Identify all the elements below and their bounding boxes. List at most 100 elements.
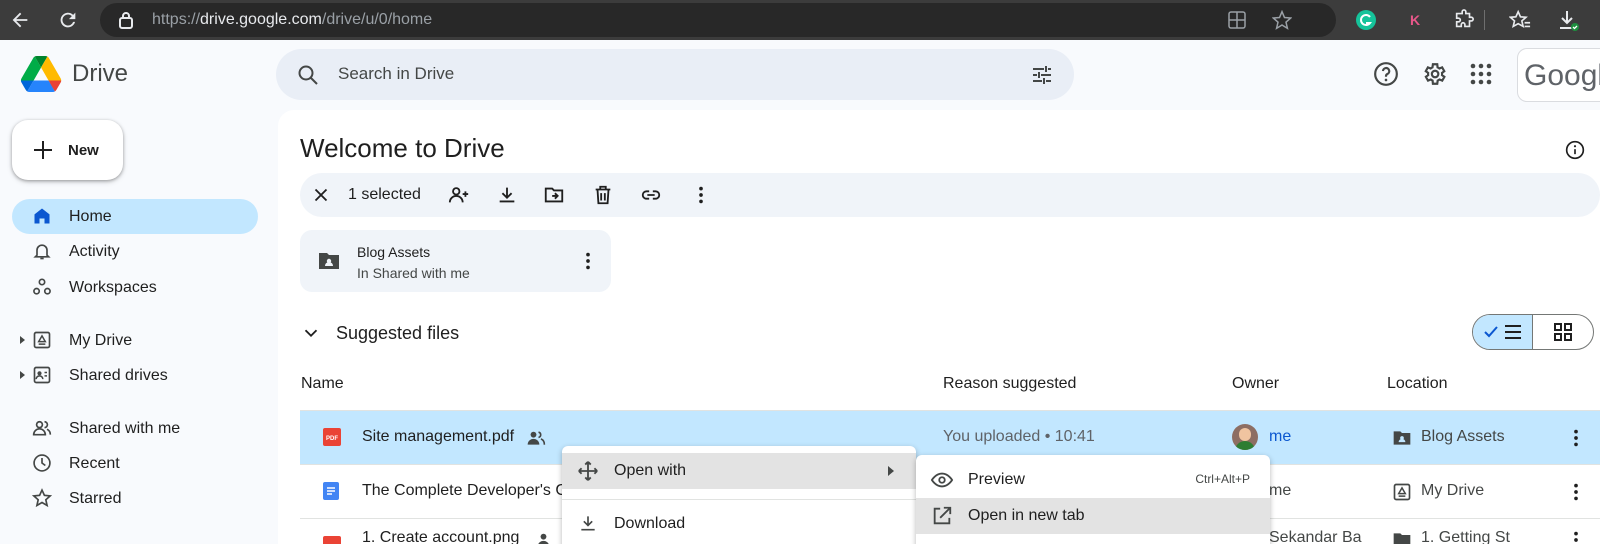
shared-people-icon bbox=[527, 431, 546, 445]
column-header-location: Location bbox=[1387, 375, 1448, 392]
owner-name: me bbox=[1269, 482, 1292, 499]
context-menu: Open with Download bbox=[562, 446, 916, 544]
star-icon bbox=[32, 488, 52, 508]
row-more-icon[interactable] bbox=[1565, 481, 1587, 503]
downloads-icon[interactable] bbox=[1556, 8, 1580, 32]
eye-icon bbox=[930, 472, 954, 488]
list-view-icon bbox=[1484, 325, 1521, 339]
address-bar[interactable]: https://drive.google.com/drive/u/0/home bbox=[100, 3, 1336, 37]
grammarly-extension-icon[interactable] bbox=[1354, 8, 1378, 32]
info-icon[interactable] bbox=[1565, 140, 1585, 160]
owner-name: me bbox=[1269, 428, 1292, 445]
move-to-folder-icon[interactable] bbox=[543, 184, 565, 206]
menu-item-open-with[interactable]: Open with bbox=[562, 453, 916, 489]
shared-people-icon bbox=[538, 533, 549, 544]
chevron-down-icon bbox=[304, 329, 318, 338]
search-input[interactable]: Search in Drive bbox=[338, 64, 454, 84]
extensions-puzzle-icon[interactable] bbox=[1452, 8, 1476, 32]
menu-item-preview[interactable]: Preview Ctrl+Alt+P bbox=[916, 462, 1270, 498]
url-text: https://drive.google.com/drive/u/0/home bbox=[152, 11, 433, 28]
sidebar-item-shared-drives[interactable]: Shared drives bbox=[12, 358, 258, 393]
reload-icon[interactable] bbox=[56, 8, 80, 32]
suggested-files-toggle[interactable]: Suggested files bbox=[300, 320, 459, 346]
file-name: 1. Create account.png bbox=[362, 529, 520, 544]
sidebar-item-starred[interactable]: Starred bbox=[12, 481, 258, 516]
sidebar-item-shared-with-me[interactable]: Shared with me bbox=[12, 411, 258, 446]
search-icon[interactable] bbox=[296, 63, 320, 87]
pdf-file-icon: PDF bbox=[323, 428, 341, 446]
new-button-label: New bbox=[68, 141, 99, 159]
folder-more-icon[interactable] bbox=[577, 250, 599, 272]
page-title: Welcome to Drive bbox=[300, 133, 505, 163]
move-arrows-icon bbox=[578, 461, 598, 481]
sidebar-item-label: Shared with me bbox=[69, 419, 181, 437]
file-location[interactable]: 1. Getting St bbox=[1421, 529, 1510, 544]
file-location[interactable]: Blog Assets bbox=[1421, 428, 1505, 446]
people-icon bbox=[32, 420, 52, 436]
reason-suggested: You uploaded • 10:41 bbox=[943, 428, 1095, 445]
column-header-reason: Reason suggested bbox=[943, 375, 1077, 392]
sidebar-item-workspaces[interactable]: Workspaces bbox=[12, 270, 258, 305]
my-drive-icon bbox=[33, 331, 51, 349]
clock-icon bbox=[33, 454, 51, 472]
column-header-name[interactable]: Name bbox=[301, 375, 344, 393]
help-icon[interactable] bbox=[1373, 61, 1399, 87]
account-switcher[interactable]: Google bbox=[1517, 48, 1600, 102]
shared-folder-icon bbox=[1393, 431, 1411, 445]
expand-arrow-icon[interactable] bbox=[20, 336, 25, 344]
back-icon[interactable] bbox=[8, 8, 32, 32]
close-selection-icon[interactable] bbox=[310, 184, 332, 206]
shared-drives-icon bbox=[33, 366, 51, 384]
menu-item-open-in-new-tab[interactable]: Open in new tab bbox=[916, 498, 1270, 534]
sidebar-item-my-drive[interactable]: My Drive bbox=[12, 323, 258, 358]
selection-count: 1 selected bbox=[348, 186, 421, 203]
sidebar-item-label: Activity bbox=[69, 242, 120, 260]
list-view-button[interactable] bbox=[1473, 315, 1533, 349]
settings-gear-icon[interactable] bbox=[1421, 61, 1447, 87]
keyboard-shortcut: Ctrl+Alt+P bbox=[1195, 472, 1250, 486]
column-header-owner: Owner bbox=[1232, 375, 1280, 392]
menu-item-label: Open with bbox=[614, 462, 687, 479]
open-in-new-icon bbox=[933, 506, 952, 525]
search-bar[interactable]: Search in Drive bbox=[276, 49, 1074, 100]
sidebar-item-activity[interactable]: Activity bbox=[12, 234, 258, 269]
app-name: Drive bbox=[72, 60, 129, 87]
download-icon[interactable] bbox=[496, 184, 518, 206]
menu-item-download[interactable]: Download bbox=[562, 506, 916, 542]
install-app-icon[interactable] bbox=[1228, 11, 1246, 29]
expand-arrow-icon[interactable] bbox=[20, 371, 25, 379]
more-actions-icon[interactable] bbox=[690, 184, 712, 206]
bookmark-star-icon[interactable] bbox=[1272, 10, 1292, 30]
sidebar-item-label: Recent bbox=[69, 454, 120, 472]
file-location[interactable]: My Drive bbox=[1421, 482, 1484, 500]
row-more-icon[interactable] bbox=[1565, 427, 1587, 449]
search-options-icon[interactable] bbox=[1030, 63, 1054, 87]
download-icon bbox=[581, 516, 595, 531]
apps-grid-icon[interactable] bbox=[1468, 61, 1494, 87]
lock-icon[interactable] bbox=[118, 11, 134, 29]
sidebar-item-label: Home bbox=[69, 207, 112, 225]
share-add-person-icon[interactable] bbox=[448, 184, 470, 206]
row-more-icon[interactable] bbox=[1565, 529, 1587, 544]
grid-view-button[interactable] bbox=[1533, 315, 1593, 349]
open-with-submenu: Preview Ctrl+Alt+P Open in new tab bbox=[916, 455, 1270, 544]
k-extension-icon[interactable]: K bbox=[1403, 8, 1427, 32]
sidebar-item-label: Shared drives bbox=[69, 366, 168, 384]
suggested-folder-card[interactable]: Blog Assets In Shared with me bbox=[300, 230, 611, 292]
home-icon bbox=[34, 208, 50, 224]
my-drive-icon bbox=[1393, 483, 1411, 501]
sidebar-item-label: My Drive bbox=[69, 331, 133, 349]
copy-link-icon[interactable] bbox=[640, 184, 662, 206]
new-button[interactable]: New bbox=[12, 120, 123, 180]
menu-item-label: Preview bbox=[968, 471, 1025, 488]
favorites-icon[interactable] bbox=[1508, 8, 1532, 32]
drive-logo[interactable]: Drive bbox=[20, 56, 128, 92]
sidebar-item-recent[interactable]: Recent bbox=[12, 446, 258, 481]
menu-item-label: Open in new tab bbox=[968, 507, 1085, 524]
sidebar-item-home[interactable]: Home bbox=[12, 199, 258, 234]
browser-toolbar: https://drive.google.com/drive/u/0/home … bbox=[0, 0, 1600, 40]
trash-icon[interactable] bbox=[592, 184, 614, 206]
menu-divider bbox=[562, 499, 916, 500]
bell-icon bbox=[33, 244, 51, 260]
drive-logo-icon bbox=[20, 56, 62, 92]
